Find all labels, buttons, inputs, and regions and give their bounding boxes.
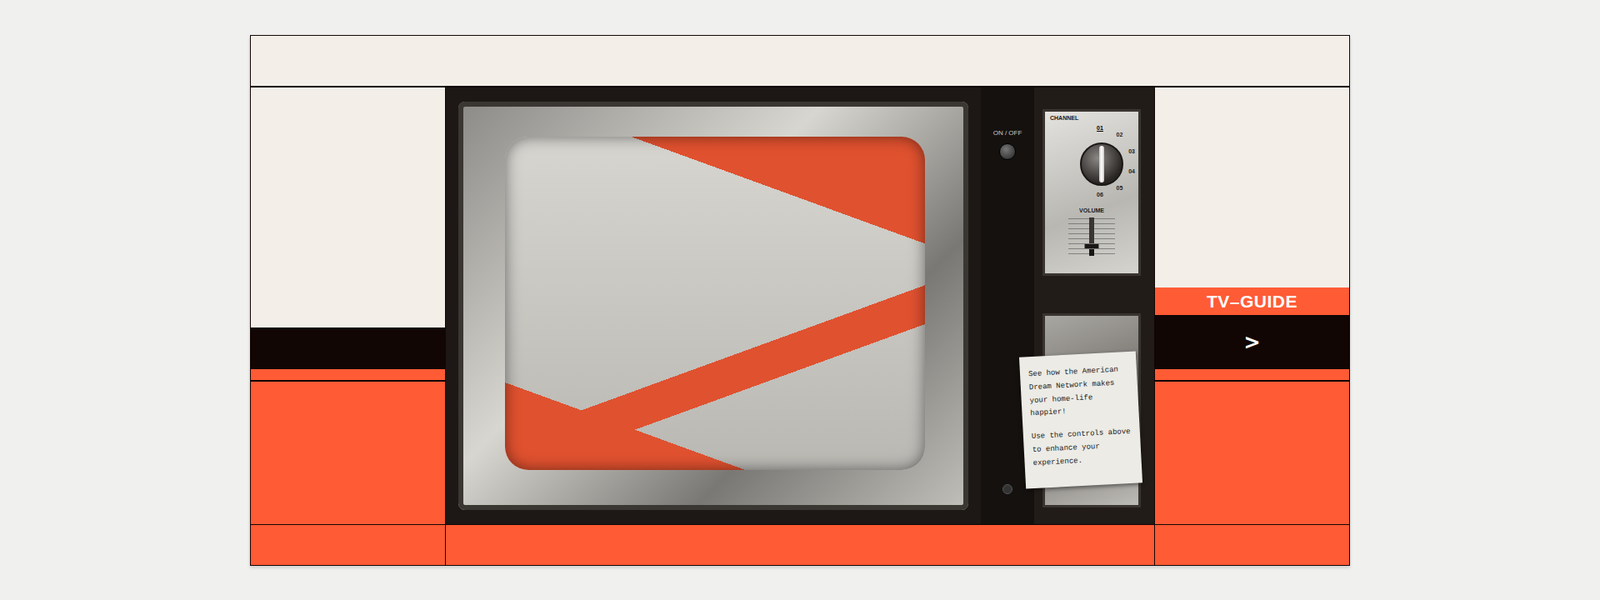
right-cream-block [1155,87,1350,288]
volume-slider[interactable] [1050,213,1134,260]
channel-dial: 010203040506 [1050,120,1134,208]
left-cream-block [250,87,445,328]
volume-knob[interactable] [1084,243,1100,250]
screen-section [445,87,981,525]
power-label: ON / OFF [993,129,1023,137]
note-text: See how the American Dream Network makes… [1028,363,1131,421]
left-black-bar [250,327,445,370]
right-orange-strip [1155,369,1350,382]
television: ON / OFF CHANNEL 01 02 03 04 05 06 VOLUME See how… [445,87,1155,525]
right-column: TV–GUIDE> [1155,87,1350,525]
right-orange-block [1155,381,1350,525]
bottom-left-block [250,525,445,565]
left-column [250,87,445,525]
power-button[interactable] [999,143,1016,160]
screw-icon [1002,484,1013,495]
channel-option[interactable]: 02 [1114,131,1126,138]
note-text: Use the controls above to enhance your e… [1031,425,1134,470]
channel-option[interactable]: 04 [1125,168,1138,175]
channel-knob[interactable] [1080,142,1124,186]
volume-track [1089,217,1095,256]
left-orange-strip [250,369,445,382]
tv-guide-label: TV–GUIDE [1155,287,1350,315]
page: ON / OFF CHANNEL 01 02 03 04 05 06 VOLUME See how… [0,0,1600,600]
next-button[interactable]: > [1155,315,1350,370]
channel-option[interactable]: 05 [1114,185,1126,191]
channel-option[interactable]: 03 [1125,148,1138,155]
channel-panel: CHANNEL 01 02 03 04 05 06 VOLUME [1042,109,1141,276]
channel-option[interactable]: 06 [1094,191,1106,198]
bottom-center-block [445,525,1155,565]
bottom-right-block [1155,525,1350,565]
info-note: See how the American Dream Network makes… [1019,350,1143,489]
tv-guide-panel: ON / OFF CHANNEL 01 02 03 04 05 06 VOLUME See how… [250,35,1350,566]
header-strip [250,35,1350,87]
channel-label: CHANNEL [1050,115,1134,121]
screen-bezel [458,101,969,510]
channel-option[interactable]: 01 [1094,125,1106,131]
volume-label: VOLUME [1050,207,1134,214]
knob-pointer-icon [1099,145,1105,183]
screen-picture [505,136,925,470]
left-orange-block [250,381,445,525]
